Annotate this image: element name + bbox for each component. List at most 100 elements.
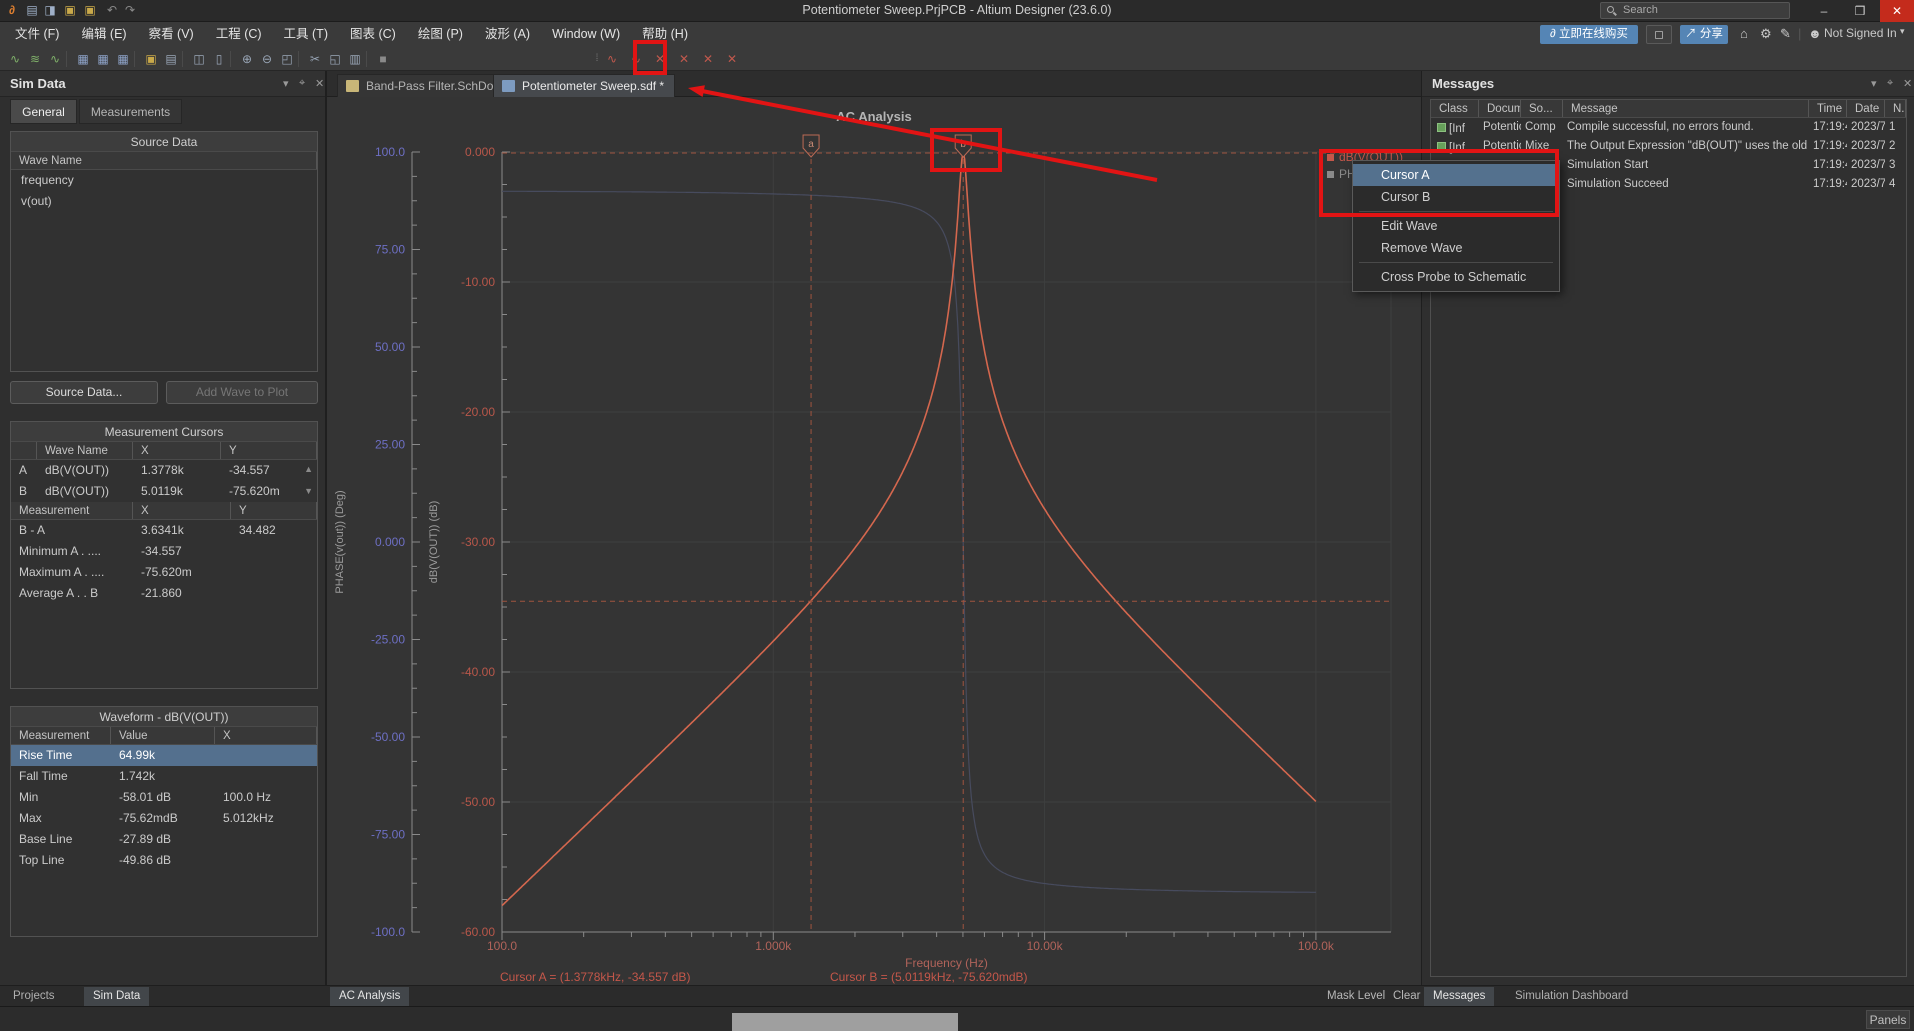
stop-icon[interactable]: ■	[374, 50, 392, 68]
maximize-button[interactable]: ❒	[1842, 0, 1878, 22]
add-plot-icon[interactable]: ≋	[26, 50, 44, 68]
messages-column-date[interactable]: Date	[1847, 100, 1885, 117]
add-measurement-icon[interactable]: ∿	[46, 50, 64, 68]
menu-item-6[interactable]: 绘图 (P)	[407, 22, 474, 47]
measurement-cursors-column-Wave Name[interactable]: Wave Name	[37, 442, 133, 459]
document-tab-0[interactable]: Band-Pass Filter.SchDoc *	[337, 74, 518, 97]
print-icon[interactable]: ◫	[190, 50, 208, 68]
minimize-button[interactable]: –	[1806, 0, 1842, 22]
measurement-cursors-column-X[interactable]: X	[133, 442, 221, 459]
share-button[interactable]: ↗ 分享	[1680, 25, 1728, 44]
cursor-wave-1-icon[interactable]: ∿	[603, 50, 621, 68]
menu-item-4[interactable]: 工具 (T)	[273, 22, 339, 47]
message-row[interactable]: [InfPotentiomeCompCompile successful, no…	[1431, 118, 1906, 137]
waveform-column-Value[interactable]: Value	[111, 727, 215, 744]
zoom-out-icon[interactable]: ⊖	[258, 50, 276, 68]
messages-column-document[interactable]: Document	[1479, 100, 1521, 117]
wave-row[interactable]: frequency	[11, 170, 317, 191]
add-waveform-icon[interactable]: ∿	[6, 50, 24, 68]
measurement-row[interactable]: Minimum A . ....-34.557	[11, 541, 317, 562]
save-icon[interactable]: ▤	[162, 50, 180, 68]
measurement-row[interactable]: Maximum A . ....-75.620m	[11, 562, 317, 583]
zoom-in-icon[interactable]: ⊕	[238, 50, 256, 68]
menu-item-5[interactable]: 图表 (C)	[339, 22, 407, 47]
cursor-x-4-icon[interactable]: ✕	[723, 50, 741, 68]
comment-button[interactable]: ◻	[1646, 25, 1672, 44]
document-tab-1[interactable]: Potentiometer Sweep.sdf *	[493, 74, 675, 97]
bottom-tab-simulation-dashboard[interactable]: Simulation Dashboard	[1506, 987, 1637, 1006]
menu-item-2[interactable]: 察看 (V)	[138, 22, 205, 47]
waveform-row[interactable]: Base Line-27.89 dB	[11, 829, 317, 850]
measurement-row[interactable]: Average A . . B-21.860	[11, 583, 317, 604]
menu-item-0[interactable]: 文件 (F)	[4, 22, 70, 47]
scroll-down-icon[interactable]: ▼	[304, 486, 313, 496]
bottom-tab-messages[interactable]: Messages	[1424, 987, 1494, 1006]
bottom-tab-sim-data[interactable]: Sim Data	[84, 987, 149, 1006]
close-button[interactable]: ✕	[1880, 0, 1914, 22]
pin-icon[interactable]: ⌖	[1887, 77, 1893, 90]
menu-item-cross-probe-to-schematic[interactable]: Cross Probe to Schematic	[1353, 266, 1559, 288]
messages-column-message[interactable]: Message	[1563, 100, 1809, 117]
cursor-x-3-icon[interactable]: ✕	[699, 50, 717, 68]
measurement-column-Measurement[interactable]: Measurement	[11, 502, 133, 519]
waveform-column-Measurement[interactable]: Measurement	[11, 727, 111, 744]
print-preview-icon[interactable]: ▯	[210, 50, 228, 68]
wave-name-column-header[interactable]: Wave Name	[11, 152, 317, 169]
pencil-icon[interactable]: ✎	[1780, 26, 1791, 42]
close-icon[interactable]: ✕	[1903, 77, 1912, 90]
ac-analysis-chart[interactable]: 100.075.0050.0025.000.000-25.00-50.00-75…	[327, 97, 1421, 985]
chart-document-3-icon[interactable]: ▦	[114, 50, 132, 68]
menu-item-1[interactable]: 编辑 (E)	[70, 22, 137, 47]
measurement-cursor-row[interactable]: BdB(V(OUT))5.0119k-75.620m	[11, 481, 317, 502]
measurement-cursor-row[interactable]: AdB(V(OUT))1.3778k-34.557	[11, 460, 317, 481]
measurement-cursors-column-row-label[interactable]	[11, 442, 37, 459]
cut-icon[interactable]: ✂	[306, 50, 324, 68]
bottom-tab-projects[interactable]: Projects	[4, 987, 64, 1006]
home-icon[interactable]: ⌂	[1740, 26, 1748, 41]
mask-level-button[interactable]: Mask Level	[1318, 987, 1394, 1006]
clear-button[interactable]: Clear	[1384, 987, 1429, 1006]
menu-item-remove-wave[interactable]: Remove Wave	[1353, 237, 1559, 259]
menu-item-edit-wave[interactable]: Edit Wave	[1353, 215, 1559, 237]
sim-data-tab-measurements[interactable]: Measurements	[79, 99, 182, 124]
copy-icon[interactable]: ◱	[326, 50, 344, 68]
gear-icon[interactable]: ⚙	[1760, 26, 1772, 42]
messages-column-so[interactable]: So...	[1521, 100, 1563, 117]
open-icon[interactable]: ▣	[142, 50, 160, 68]
waveform-row[interactable]: Top Line-49.86 dB	[11, 850, 317, 871]
waveform-row[interactable]: Fall Time1.742k	[11, 766, 317, 787]
wave-name: frequency	[11, 170, 317, 191]
pin-icon[interactable]: ⌖	[299, 77, 305, 90]
chart-document-1-icon[interactable]: ▦	[74, 50, 92, 68]
buy-online-button[interactable]: ∂ 立即在线购买	[1540, 25, 1638, 44]
scroll-up-icon[interactable]: ▲	[304, 464, 313, 474]
wave-row[interactable]: v(out)	[11, 191, 317, 212]
menu-item-3[interactable]: 工程 (C)	[205, 22, 273, 47]
waveform-column-X[interactable]: X	[215, 727, 317, 744]
measurement-cursors-column-Y[interactable]: Y	[221, 442, 317, 459]
panel-menu-icon[interactable]: ▾	[1871, 77, 1877, 90]
source-data-button[interactable]: Source Data...	[10, 381, 158, 404]
zoom-area-icon[interactable]: ◰	[278, 50, 296, 68]
measurement-column-Y[interactable]: Y	[231, 502, 317, 519]
panels-button[interactable]: Panels	[1866, 1010, 1910, 1029]
waveform-row[interactable]: Rise Time64.99k	[11, 745, 317, 766]
measurement-column-X[interactable]: X	[133, 502, 231, 519]
menu-item-7[interactable]: 波形 (A)	[474, 22, 541, 47]
sim-data-tab-general[interactable]: General	[10, 99, 77, 124]
waveform-row[interactable]: Max-75.62mdB5.012kHz	[11, 808, 317, 829]
messages-column-class[interactable]: Class	[1431, 100, 1479, 117]
search-input[interactable]: Search	[1600, 2, 1790, 19]
menu-item-8[interactable]: Window (W)	[541, 22, 631, 47]
paste-icon[interactable]: ▥	[346, 50, 364, 68]
waveform-row[interactable]: Min-58.01 dB100.0 Hz	[11, 787, 317, 808]
chart-document-2-icon[interactable]: ▦	[94, 50, 112, 68]
measurement-row[interactable]: B - A3.6341k34.482	[11, 520, 317, 541]
cursor-x-2-icon[interactable]: ✕	[675, 50, 693, 68]
sign-in-label[interactable]: Not Signed In	[1824, 26, 1897, 40]
messages-column-time[interactable]: Time	[1809, 100, 1847, 117]
messages-column-n[interactable]: N..	[1885, 100, 1906, 117]
tab-ac-analysis[interactable]: AC Analysis	[330, 987, 409, 1006]
close-icon[interactable]: ✕	[315, 77, 324, 90]
panel-menu-icon[interactable]: ▾	[283, 77, 289, 90]
